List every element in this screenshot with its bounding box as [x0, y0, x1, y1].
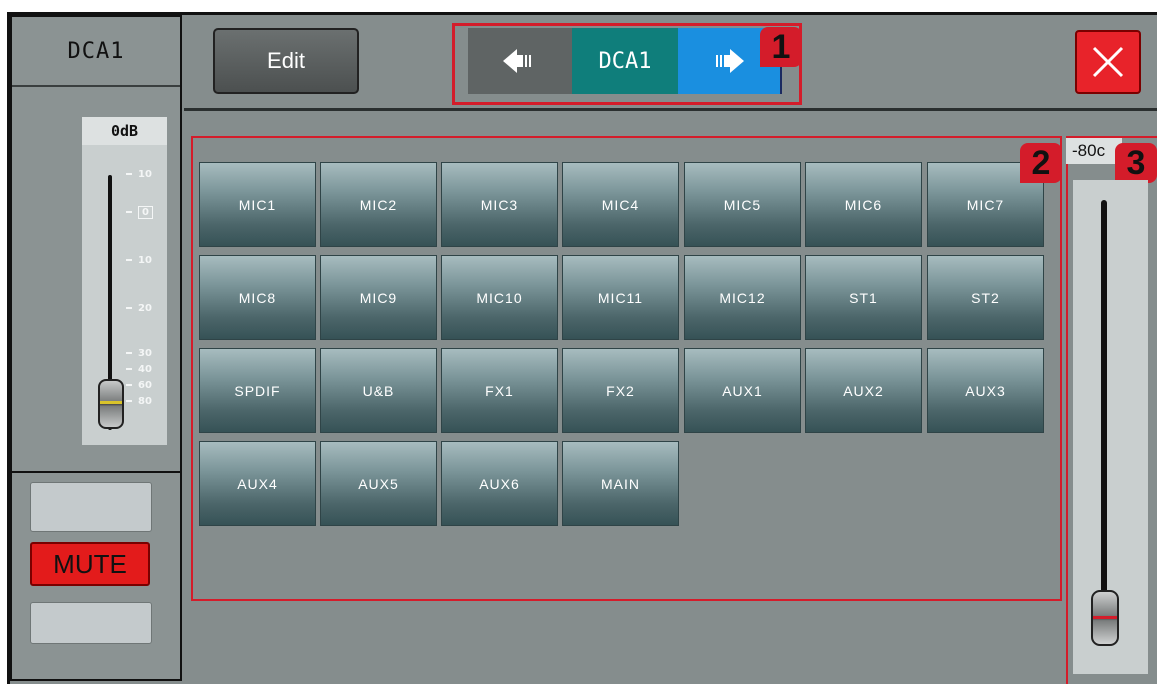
channel-button[interactable]: SPDIF — [199, 348, 316, 433]
divider — [12, 471, 180, 473]
fader-knob[interactable] — [1091, 590, 1119, 646]
channel-button[interactable]: MIC2 — [320, 162, 437, 247]
fader-knob[interactable] — [98, 379, 124, 429]
scale-label: 0 — [126, 206, 153, 219]
channel-button[interactable]: MIC6 — [805, 162, 922, 247]
channel-button[interactable]: MIC5 — [684, 162, 801, 247]
mute-button[interactable]: MUTE — [30, 542, 150, 586]
channel-button[interactable]: MAIN — [562, 441, 679, 526]
channel-button[interactable]: FX2 — [562, 348, 679, 433]
close-button[interactable] — [1075, 30, 1141, 94]
prev-dca-button[interactable] — [468, 28, 572, 94]
divider — [184, 108, 1157, 111]
channel-button[interactable]: MIC11 — [562, 255, 679, 340]
scale-label: 20 — [126, 303, 152, 314]
channel-button[interactable]: ST2 — [927, 255, 1044, 340]
channel-button[interactable]: MIC10 — [441, 255, 558, 340]
channel-button[interactable]: U&B — [320, 348, 437, 433]
close-icon — [1092, 46, 1124, 78]
channel-button[interactable]: MIC8 — [199, 255, 316, 340]
scale-label: 30 — [126, 348, 152, 359]
callout-badge: 2 — [1020, 143, 1062, 183]
channel-button[interactable]: AUX1 — [684, 348, 801, 433]
strip-fader[interactable]: 10 0 10 20 30 40 60 80 — [82, 145, 167, 445]
channel-button[interactable]: AUX3 — [927, 348, 1044, 433]
callout-badge: 3 — [1115, 143, 1157, 183]
scale-label: 80 — [126, 396, 152, 407]
gain-readout: 0dB — [82, 117, 167, 147]
channel-button[interactable]: AUX6 — [441, 441, 558, 526]
edit-button[interactable]: Edit — [213, 28, 359, 94]
channel-button[interactable]: FX1 — [441, 348, 558, 433]
channel-button[interactable]: MIC9 — [320, 255, 437, 340]
fader-level-readout: -80c — [1066, 138, 1122, 164]
master-fader[interactable] — [1073, 180, 1148, 674]
scale-label: 10 — [126, 255, 152, 266]
channel-button[interactable]: ST1 — [805, 255, 922, 340]
arrow-right-icon — [716, 49, 744, 73]
current-dca-label: DCA1 — [572, 28, 678, 94]
channel-button[interactable]: MIC4 — [562, 162, 679, 247]
channel-button[interactable]: AUX4 — [199, 441, 316, 526]
strip-fader-area: 0dB 10 0 10 20 30 40 60 80 — [12, 87, 180, 471]
arrow-left-icon — [503, 49, 531, 73]
scale-label: 40 — [126, 364, 152, 375]
channel-button[interactable]: AUX5 — [320, 441, 437, 526]
channel-button[interactable]: MIC12 — [684, 255, 801, 340]
channel-button[interactable]: AUX2 — [805, 348, 922, 433]
fader-track — [1101, 200, 1107, 640]
scale-label: 10 — [126, 169, 152, 180]
callout-badge: 1 — [760, 27, 802, 67]
strip-button-blank[interactable] — [30, 602, 152, 644]
strip-button-blank[interactable] — [30, 482, 152, 532]
strip-title: DCA1 — [12, 17, 180, 87]
channel-button[interactable]: MIC3 — [441, 162, 558, 247]
channel-button[interactable]: MIC1 — [199, 162, 316, 247]
scale-label: 60 — [126, 380, 152, 391]
